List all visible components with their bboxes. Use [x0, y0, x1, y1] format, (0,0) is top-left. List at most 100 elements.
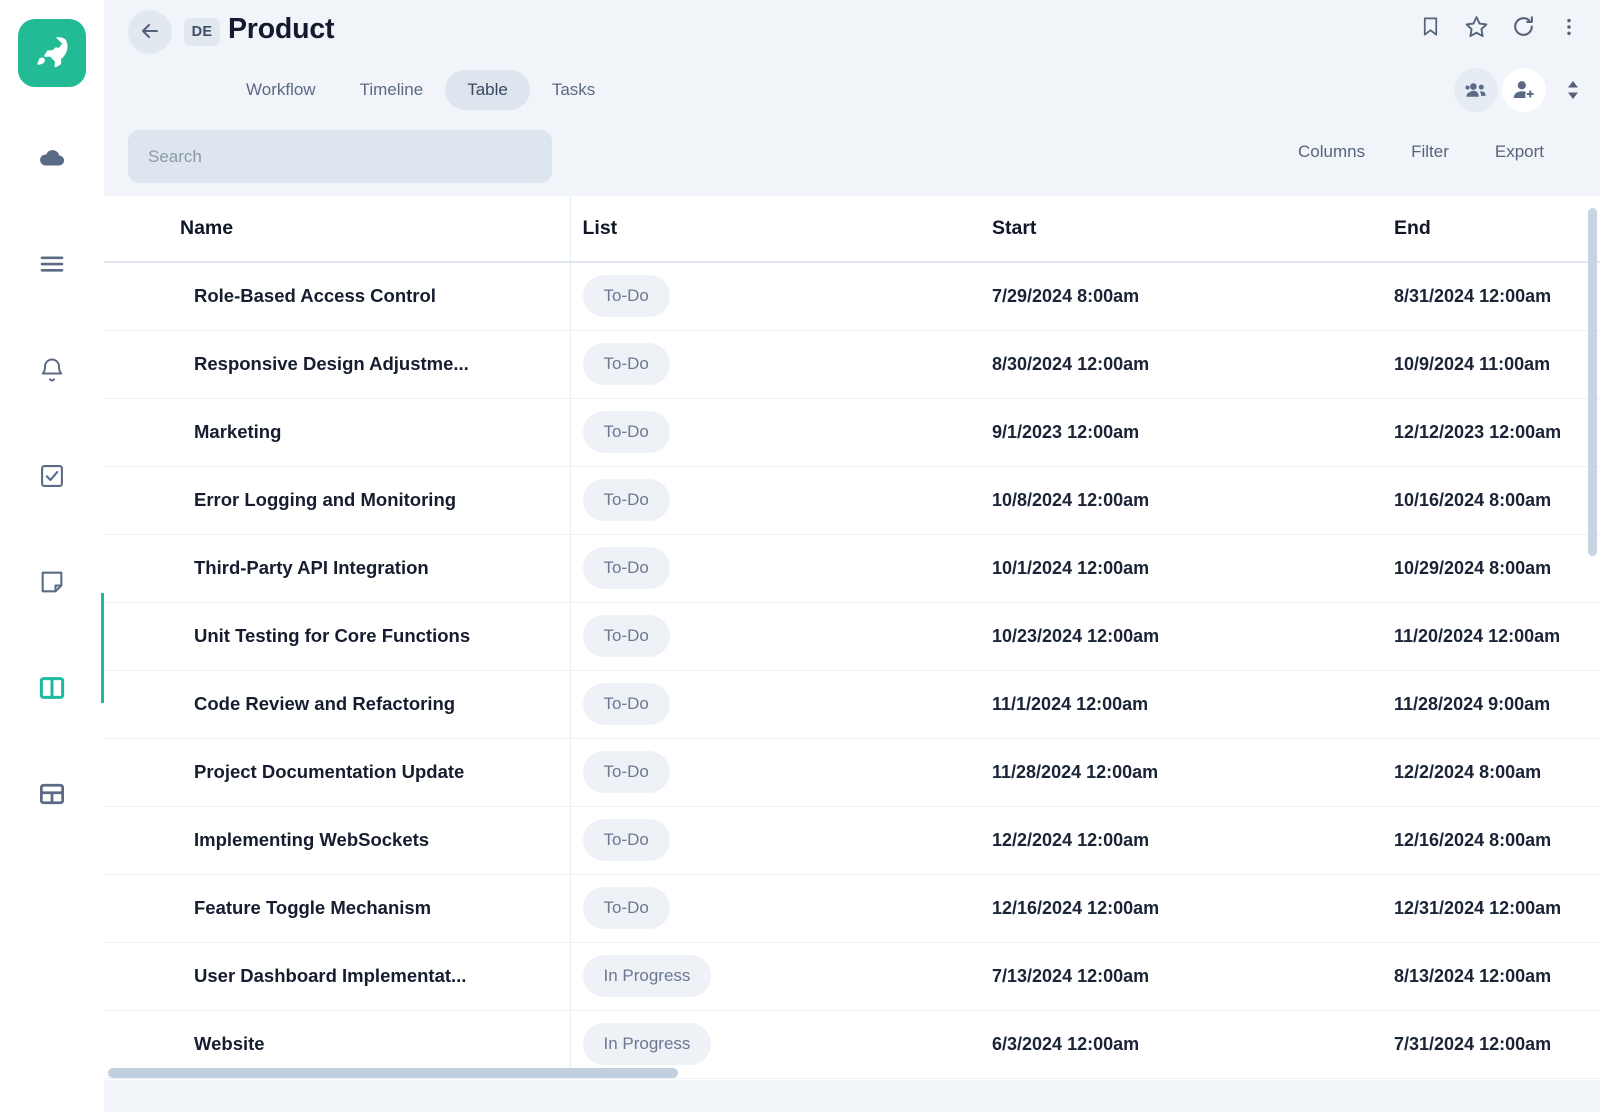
tab-table[interactable]: Table	[445, 70, 530, 110]
row-gutter	[104, 534, 182, 603]
row-gutter	[104, 602, 182, 671]
cell-list[interactable]: To-Do	[570, 670, 980, 739]
status-badge: To-Do	[582, 411, 670, 453]
cell-start[interactable]: 10/23/2024 12:00am	[980, 602, 1382, 671]
cell-start[interactable]: 7/13/2024 12:00am	[980, 942, 1382, 1011]
cell-name[interactable]: Feature Toggle Mechanism	[182, 874, 571, 943]
table-header: Name List Start End	[104, 196, 1600, 263]
sidebar-item-grid[interactable]	[0, 743, 104, 849]
status-badge: To-Do	[582, 547, 670, 589]
cell-end[interactable]: 8/13/2024 12:00am	[1382, 942, 1600, 1011]
cell-list[interactable]: To-Do	[570, 534, 980, 603]
row-gutter	[104, 330, 182, 399]
sidebar-item-board[interactable]	[0, 593, 104, 743]
cell-list[interactable]: To-Do	[570, 602, 980, 671]
tab-tasks[interactable]: Tasks	[530, 70, 617, 110]
cell-start[interactable]: 10/8/2024 12:00am	[980, 466, 1382, 535]
back-button[interactable]	[128, 10, 172, 54]
column-header-end[interactable]: End	[1382, 196, 1600, 263]
cell-end[interactable]: 12/12/2023 12:00am	[1382, 398, 1600, 467]
horizontal-scrollbar-thumb[interactable]	[108, 1068, 678, 1078]
cell-end[interactable]: 10/29/2024 8:00am	[1382, 534, 1600, 603]
table-row[interactable]: Project Documentation Update To-Do 11/28/2…	[104, 738, 1600, 807]
sidebar-item-cloud[interactable]	[0, 107, 104, 213]
cell-name[interactable]: Role-Based Access Control	[182, 262, 571, 331]
sidebar-item-notifications[interactable]	[0, 319, 104, 425]
cell-start[interactable]: 11/1/2024 12:00am	[980, 670, 1382, 739]
people-group-icon[interactable]	[1454, 68, 1498, 112]
bookmark-icon[interactable]	[1419, 15, 1442, 38]
tab-timeline[interactable]: Timeline	[338, 70, 446, 110]
row-gutter	[104, 466, 182, 535]
cell-name[interactable]: Implementing WebSockets	[182, 806, 571, 875]
cell-end[interactable]: 10/16/2024 8:00am	[1382, 466, 1600, 535]
table-row[interactable]: Responsive Design Adjustme... To-Do 8/30/2…	[104, 330, 1600, 399]
cell-name[interactable]: Marketing	[182, 398, 571, 467]
cell-start[interactable]: 10/1/2024 12:00am	[980, 534, 1382, 603]
cell-start[interactable]: 12/2/2024 12:00am	[980, 806, 1382, 875]
table-row[interactable]: Role-Based Access Control To-Do 7/29/2024 …	[104, 262, 1600, 331]
cell-start[interactable]: 12/16/2024 12:00am	[980, 874, 1382, 943]
status-badge: To-Do	[582, 683, 670, 725]
cell-start[interactable]: 11/28/2024 12:00am	[980, 738, 1382, 807]
table-row[interactable]: Marketing To-Do 9/1/2023 12:00am 12/12/2023…	[104, 398, 1600, 467]
cell-name[interactable]: Error Logging and Monitoring	[182, 466, 571, 535]
cell-end[interactable]: 8/31/2024 12:00am	[1382, 262, 1600, 331]
cell-list[interactable]: To-Do	[570, 398, 980, 467]
sidebar-item-menu[interactable]	[0, 213, 104, 319]
menu-icon	[37, 249, 67, 284]
cell-list[interactable]: To-Do	[570, 330, 980, 399]
person-add-icon[interactable]	[1502, 68, 1546, 112]
cell-end[interactable]: 12/31/2024 12:00am	[1382, 874, 1600, 943]
status-badge: In Progress	[582, 955, 712, 997]
search-input[interactable]	[128, 130, 552, 183]
refresh-icon[interactable]	[1511, 14, 1536, 39]
table-row[interactable]: Feature Toggle Mechanism To-Do 12/16/2024 …	[104, 874, 1600, 943]
columns-button[interactable]: Columns	[1298, 142, 1365, 162]
cell-list[interactable]: To-Do	[570, 466, 980, 535]
star-icon[interactable]	[1464, 14, 1489, 39]
page-header: DE Product Workflow Timeline Table Tasks	[104, 0, 1600, 120]
cell-list[interactable]: To-Do	[570, 738, 980, 807]
cell-end[interactable]: 11/28/2024 9:00am	[1382, 670, 1600, 739]
filter-button[interactable]: Filter	[1411, 142, 1449, 162]
more-vertical-icon[interactable]	[1558, 16, 1580, 38]
sidebar	[0, 0, 104, 1112]
cell-name[interactable]: Third-Party API Integration	[182, 534, 571, 603]
cell-name[interactable]: Code Review and Refactoring	[182, 670, 571, 739]
cell-start[interactable]: 9/1/2023 12:00am	[980, 398, 1382, 467]
cell-list[interactable]: To-Do	[570, 262, 980, 331]
app-logo[interactable]	[18, 19, 86, 87]
sidebar-item-notes[interactable]	[0, 531, 104, 637]
export-button[interactable]: Export	[1495, 142, 1544, 162]
vertical-scrollbar[interactable]	[1588, 208, 1597, 556]
cell-name[interactable]: Responsive Design Adjustme...	[182, 330, 571, 399]
table-row[interactable]: Implementing WebSockets To-Do 12/2/2024 12…	[104, 806, 1600, 875]
column-header-name[interactable]: Name	[104, 196, 570, 263]
cell-start[interactable]: 7/29/2024 8:00am	[980, 262, 1382, 331]
column-header-list[interactable]: List	[569, 196, 980, 263]
workspace-avatar[interactable]: DE	[184, 18, 220, 46]
table-row[interactable]: User Dashboard Implementat... In Progress…	[104, 942, 1600, 1011]
table-row[interactable]: Unit Testing for Core Functions To-Do 10/2…	[104, 602, 1600, 671]
table-row[interactable]: Third-Party API Integration To-Do 10/1/202…	[104, 534, 1600, 603]
cell-name[interactable]: User Dashboard Implementat...	[182, 942, 571, 1011]
cell-list[interactable]: To-Do	[570, 806, 980, 875]
horizontal-scrollbar-track[interactable]	[104, 1067, 1600, 1080]
column-header-start[interactable]: Start	[980, 196, 1382, 263]
cell-end[interactable]: 12/16/2024 8:00am	[1382, 806, 1600, 875]
cell-list[interactable]: In Progress	[570, 942, 980, 1011]
cell-end[interactable]: 10/9/2024 11:00am	[1382, 330, 1600, 399]
table-row[interactable]: Code Review and Refactoring To-Do 11/1/202…	[104, 670, 1600, 739]
cell-name[interactable]: Unit Testing for Core Functions	[182, 602, 571, 671]
row-gutter	[104, 670, 182, 739]
cell-end[interactable]: 12/2/2024 8:00am	[1382, 738, 1600, 807]
cell-list[interactable]: To-Do	[570, 874, 980, 943]
tab-workflow[interactable]: Workflow	[224, 70, 338, 110]
cell-start[interactable]: 8/30/2024 12:00am	[980, 330, 1382, 399]
table-row[interactable]: Error Logging and Monitoring To-Do 10/8/20…	[104, 466, 1600, 535]
sort-updown-icon[interactable]	[1564, 77, 1582, 103]
cell-end[interactable]: 11/20/2024 12:00am	[1382, 602, 1600, 671]
cell-name[interactable]: Project Documentation Update	[182, 738, 571, 807]
sidebar-item-tasks[interactable]	[0, 425, 104, 531]
